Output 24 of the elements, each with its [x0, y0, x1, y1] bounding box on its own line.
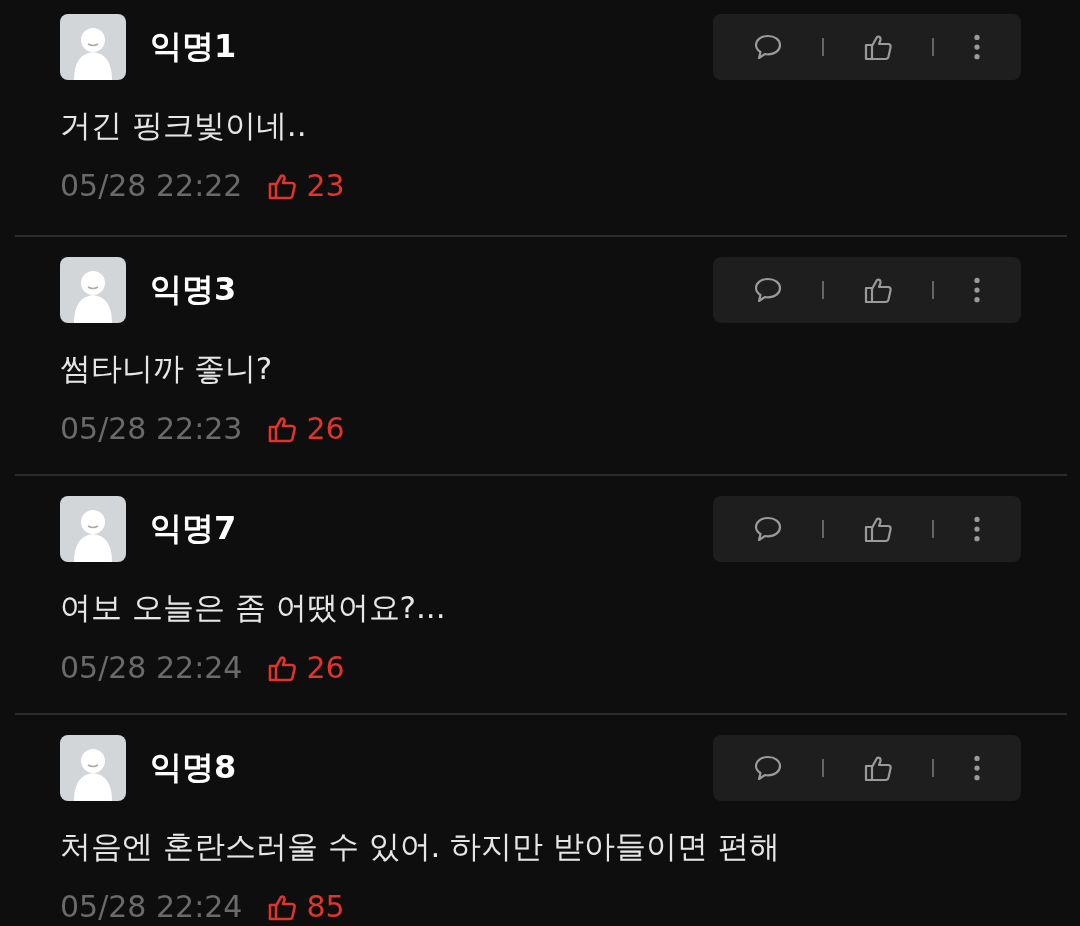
avatar-icon — [60, 14, 126, 80]
more-options-icon[interactable] — [972, 276, 982, 304]
comment-text: 처음엔 혼란스러울 수 있어. 하지만 받아들이면 편해 — [60, 827, 781, 866]
like-count: 85 — [306, 890, 345, 924]
comment-time: 05/28 22:24 — [60, 651, 243, 685]
avatar-icon — [60, 257, 126, 323]
comment-text: 여보 오늘은 좀 어땠어요?... — [60, 588, 447, 627]
more-options-icon[interactable] — [972, 754, 982, 782]
author-name: 익명3 — [150, 269, 238, 310]
avatar-icon — [60, 735, 126, 801]
like-count: 26 — [306, 412, 345, 446]
comment-time: 05/28 22:24 — [60, 890, 243, 924]
like-count: 23 — [306, 169, 345, 203]
author-name: 익명8 — [150, 747, 238, 788]
comment-text: 거긴 핑크빛이네.. — [60, 106, 308, 145]
comment-time: 05/28 22:22 — [60, 169, 243, 203]
more-options-icon[interactable] — [972, 515, 982, 543]
more-options-icon[interactable] — [972, 33, 982, 61]
author-name: 익명7 — [150, 508, 238, 549]
author-name: 익명1 — [150, 26, 238, 67]
avatar-icon — [60, 496, 126, 562]
comment-time: 05/28 22:23 — [60, 412, 243, 446]
comment-text: 썸타니까 좋니? — [60, 349, 274, 388]
like-count: 26 — [306, 651, 345, 685]
